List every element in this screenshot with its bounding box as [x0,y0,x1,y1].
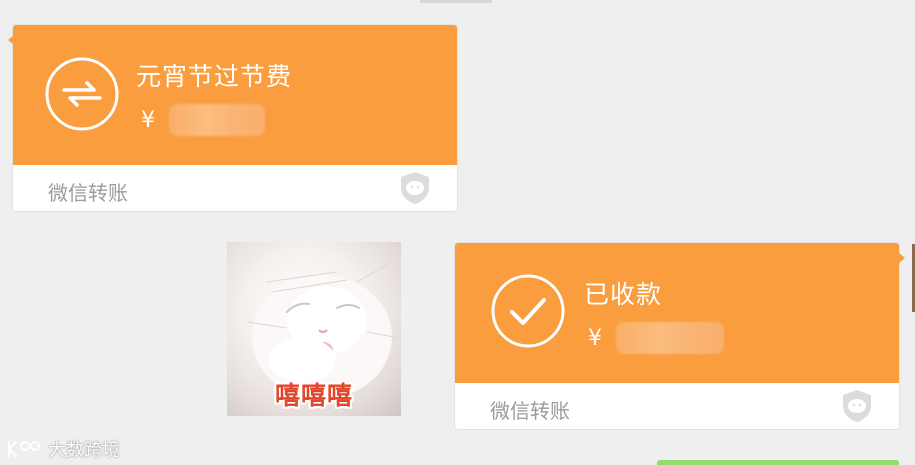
wechat-shield-icon [401,172,429,204]
transfer-title: 已收款 [584,280,663,309]
watermark: 大数跨境 [6,436,120,462]
wechat-transfer-label: 微信转账 [490,399,570,423]
transfer-card-header: 元宵节过节费 ¥ [13,25,457,165]
bubble-tail [899,253,905,263]
amount-redacted [616,322,724,354]
transfer-card-received[interactable]: 已收款 ¥ 微信转账 [455,243,905,429]
amount-redacted [169,104,265,136]
transfer-card-footer: 微信转账 [13,165,457,211]
transfer-amount: ¥ [588,322,724,354]
checkmark-circle-icon [491,274,565,348]
cat-sticker[interactable]: 嘻嘻嘻 [227,242,401,416]
previous-message-edge [420,0,492,3]
transfer-card-header: 已收款 ¥ [455,243,899,383]
transfer-title: 元宵节过节费 [136,62,293,91]
wechat-transfer-label: 微信转账 [48,181,128,205]
currency-symbol: ¥ [588,325,602,351]
brand-logo-icon [7,440,40,458]
currency-symbol: ¥ [141,107,155,133]
transfer-card-footer: 微信转账 [455,383,899,429]
transfer-arrows-icon [45,57,119,131]
transfer-card-sent[interactable]: 元宵节过节费 ¥ 微信转账 [8,25,457,211]
next-message-bubble-edge [657,460,899,465]
sticker-caption: 嘻嘻嘻 [274,381,353,410]
wechat-shield-icon [843,390,871,422]
transfer-amount: ¥ [141,104,265,136]
watermark-text: 大数跨境 [48,440,120,461]
